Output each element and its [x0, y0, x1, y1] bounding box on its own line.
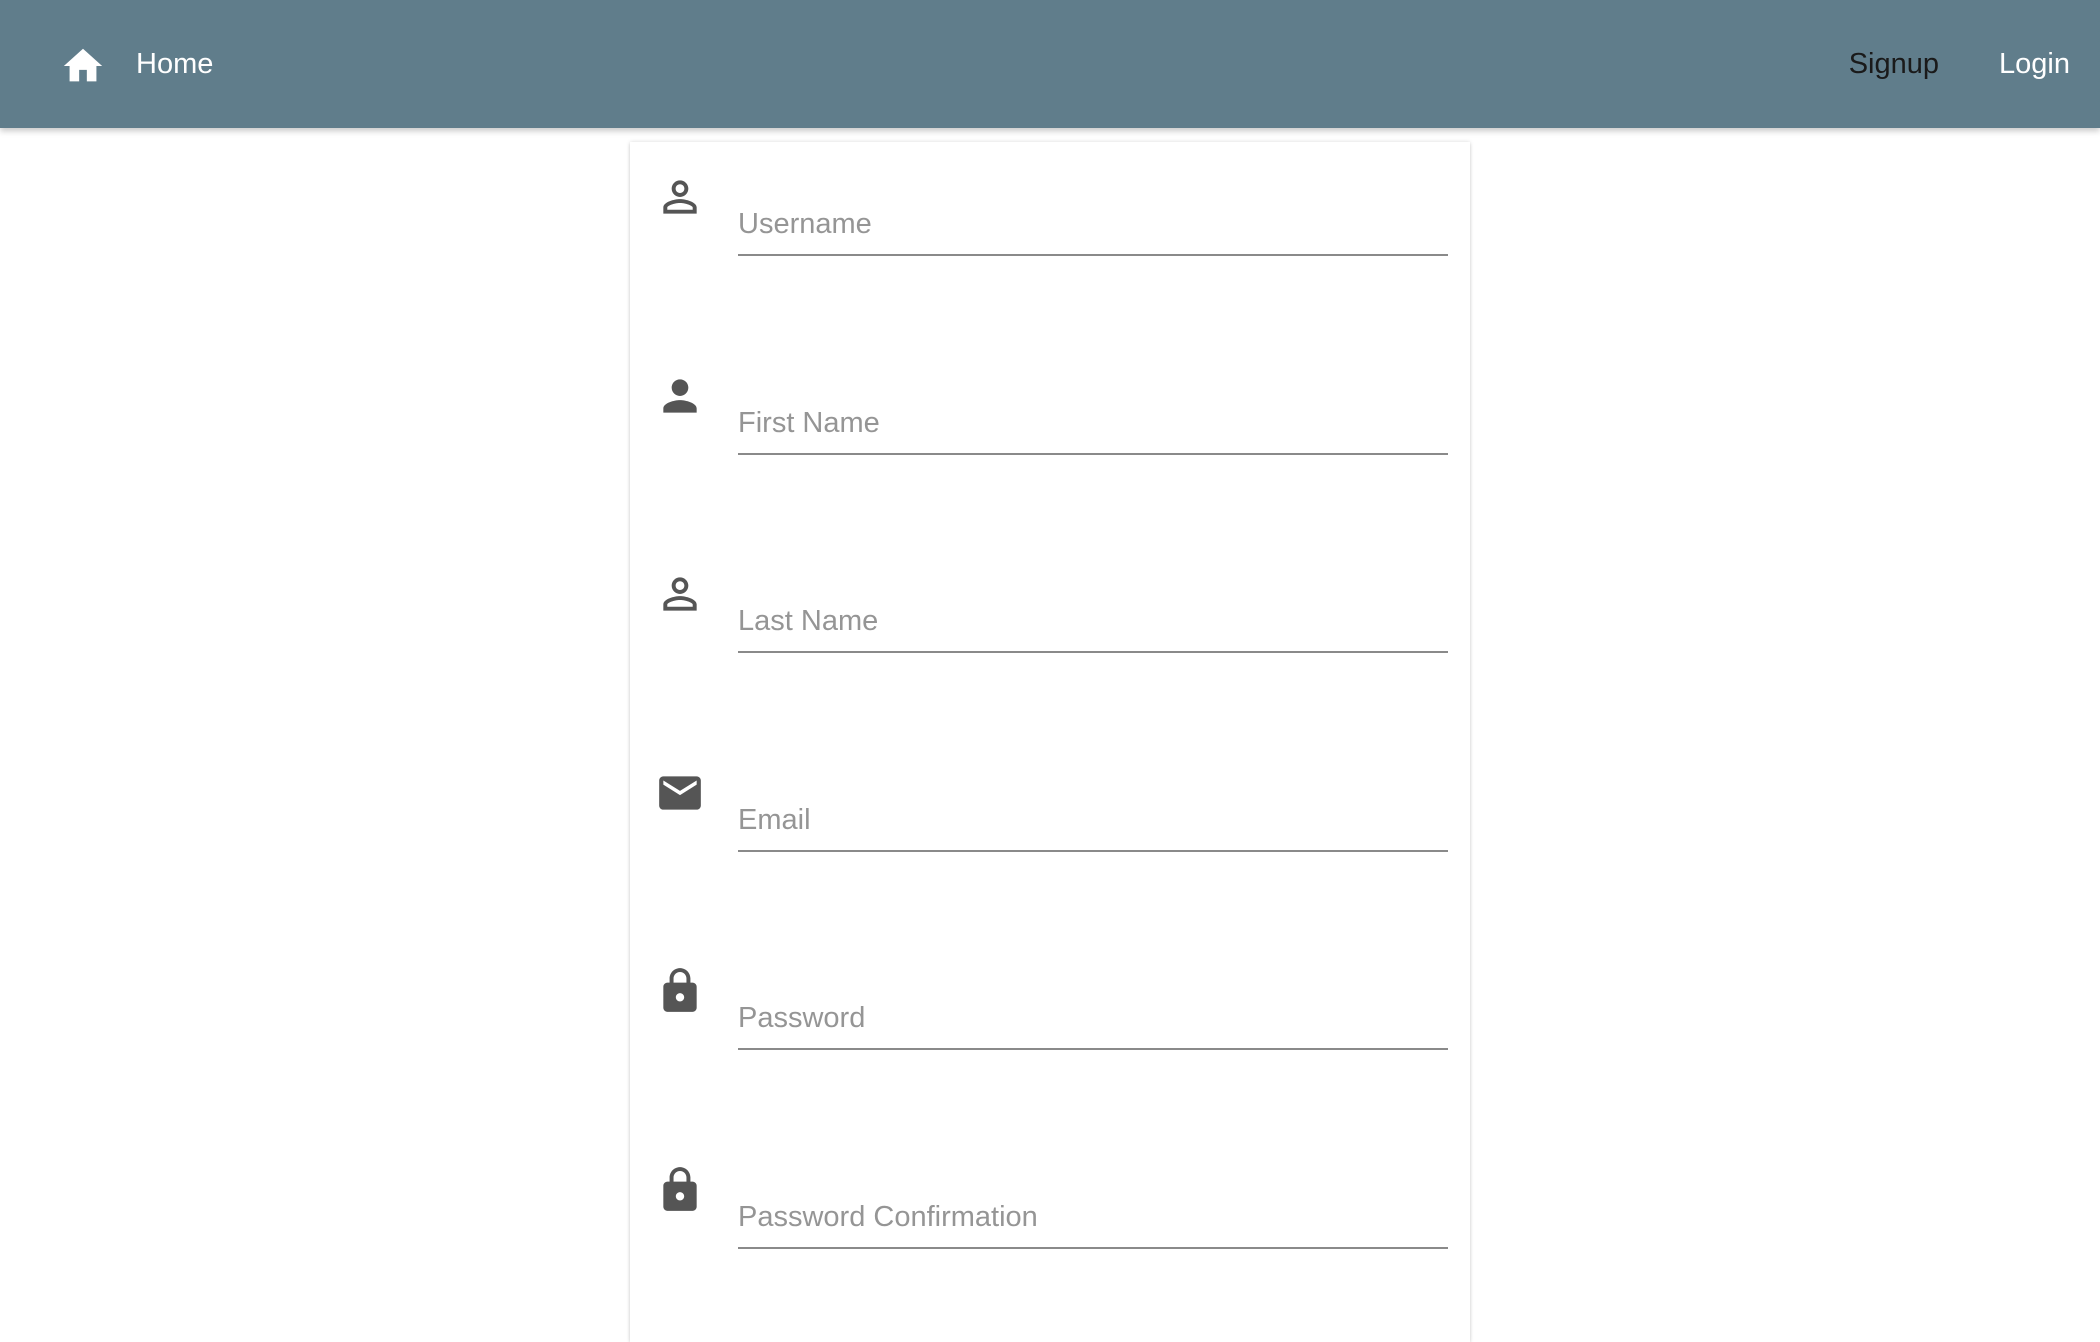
person-outline-icon: [663, 577, 697, 611]
signup-form-card: [630, 142, 1470, 1342]
first-name-input[interactable]: [738, 393, 1448, 455]
top-app-bar: Home Signup Login: [0, 0, 2100, 128]
home-link[interactable]: Home: [60, 0, 213, 128]
signup-link[interactable]: Signup: [1849, 48, 1939, 81]
password-field-row: [630, 966, 1470, 1066]
username-field-row: [630, 172, 1470, 272]
first-name-field-row: [630, 371, 1470, 471]
email-field-row: [630, 768, 1470, 868]
password-confirmation-input[interactable]: [738, 1187, 1448, 1249]
home-label: Home: [136, 47, 214, 80]
username-input[interactable]: [738, 194, 1448, 256]
lock-icon: [663, 1167, 697, 1211]
email-input[interactable]: [738, 790, 1448, 852]
last-name-input[interactable]: [738, 591, 1448, 653]
person-icon: [663, 379, 697, 413]
lock-icon: [663, 968, 697, 1012]
nav-links: Signup Login: [1789, 0, 2070, 128]
email-icon: [659, 776, 701, 810]
home-icon: [63, 48, 103, 82]
last-name-field-row: [630, 569, 1470, 669]
password-confirmation-field-row: [630, 1165, 1470, 1265]
login-link[interactable]: Login: [1999, 48, 2070, 81]
password-input[interactable]: [738, 988, 1448, 1050]
person-outline-icon: [663, 180, 697, 214]
